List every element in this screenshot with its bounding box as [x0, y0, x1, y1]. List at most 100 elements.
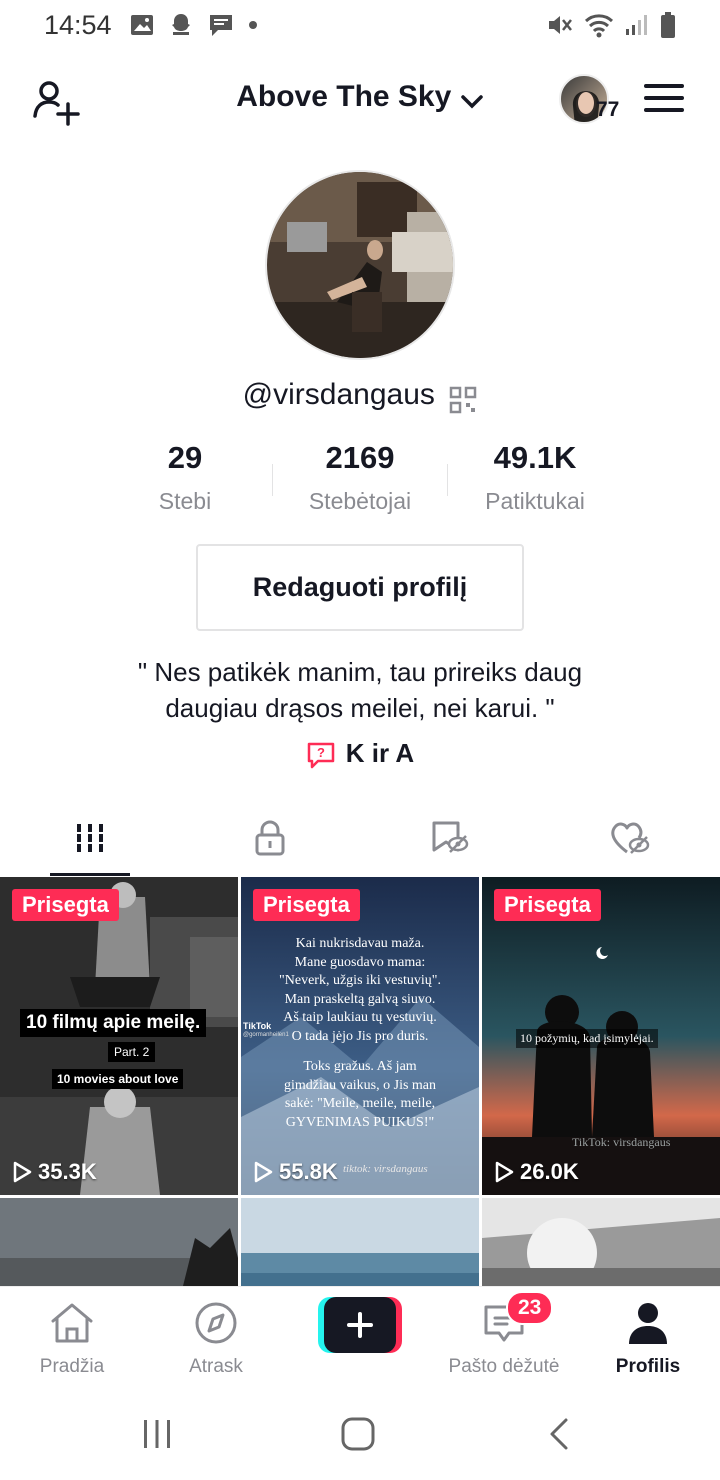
view-count: 55.8K — [253, 1159, 338, 1185]
play-icon — [254, 1161, 273, 1183]
poem-line: "Neverk, užgis iki vestuvių". — [279, 973, 441, 988]
view-count-value: 26.0K — [520, 1159, 579, 1184]
poem-line: sakė: "Meile, meile, meile, — [284, 1096, 436, 1111]
view-count-value: 55.8K — [279, 1159, 338, 1184]
thumbnail-image — [482, 1198, 720, 1287]
battery-icon — [661, 12, 675, 38]
video-subtitle: 10 movies about love — [52, 1069, 184, 1089]
account-title: Above The Sky — [236, 80, 452, 113]
back-icon[interactable] — [546, 1416, 572, 1452]
watermark: TikTok: virsdangaus — [572, 1135, 671, 1149]
view-count: 35.3K — [12, 1159, 97, 1185]
menu-icon[interactable] — [644, 82, 684, 114]
edit-profile-button[interactable]: Redaguoti profilį — [196, 544, 524, 631]
bio-line: daugiau drąsos meilei, nei karui. " — [165, 693, 555, 723]
plus-icon — [347, 1312, 373, 1338]
followers-count: 2169 — [325, 440, 395, 475]
status-bar: 14:54 — [0, 0, 720, 50]
nav-inbox-label: Pašto dėžutė — [448, 1356, 560, 1377]
qa-link[interactable]: ? K ir A — [0, 738, 720, 769]
tab-favorites[interactable] — [360, 800, 540, 876]
video-thumbnail[interactable] — [241, 1198, 479, 1287]
stat-divider — [447, 464, 448, 496]
likes-stat[interactable]: 49.1K Patiktukai — [450, 440, 620, 515]
nav-profile[interactable]: Profilis — [576, 1301, 720, 1378]
nav-discover[interactable]: Atrask — [144, 1301, 288, 1378]
username: @virsdangaus — [242, 378, 435, 411]
video-thumbnail[interactable]: 10 požymių, kad įsimylėjai. TikTok: virs… — [482, 877, 720, 1195]
video-thumbnail[interactable]: Kai nukrisdavau maža. Mane guosdavo mama… — [241, 877, 479, 1195]
following-stat[interactable]: 29 Stebi — [100, 440, 270, 515]
home-button-icon[interactable] — [340, 1416, 376, 1452]
thumbnail-image — [0, 1198, 238, 1287]
view-count: 26.0K — [494, 1159, 579, 1185]
video-thumbnail[interactable] — [482, 1198, 720, 1287]
poem-line: Man praskeltą galvą siuvo. — [284, 991, 436, 1007]
poem-line: Kai nukrisdavau maža. — [295, 936, 425, 951]
videos-grid-icon — [77, 824, 103, 852]
story-count: 77 — [596, 98, 620, 121]
heart-hidden-icon — [611, 822, 650, 854]
video-thumbnail[interactable] — [0, 1198, 238, 1287]
profile-header: Above The Sky 77 — [0, 62, 720, 140]
likes-count: 49.1K — [493, 440, 577, 475]
svg-text:?: ? — [317, 745, 325, 760]
create-button[interactable] — [318, 1297, 402, 1353]
thumbnail-image — [241, 1198, 479, 1287]
image-icon — [130, 15, 153, 35]
clock: 14:54 — [44, 9, 112, 40]
tab-private[interactable] — [180, 800, 360, 876]
video-part: Part. 2 — [108, 1042, 156, 1062]
signal-icon — [626, 15, 647, 35]
nav-home-label: Pradžia — [39, 1356, 105, 1377]
following-count: 29 — [167, 440, 203, 475]
profile-avatar[interactable] — [265, 170, 455, 360]
nav-home[interactable]: Pradžia — [0, 1301, 144, 1378]
play-icon — [495, 1161, 514, 1183]
bookmark-hidden-icon — [432, 821, 469, 853]
tab-liked[interactable] — [540, 800, 720, 876]
chevron-down-icon — [461, 95, 483, 109]
system-navigation — [0, 1396, 720, 1480]
inbox-badge: 23 — [506, 1291, 554, 1325]
followers-label: Stebėtojai — [308, 488, 412, 514]
video-caption: 10 požymių, kad įsimylėjai. — [516, 1029, 658, 1048]
pinned-badge: Prisegta — [494, 889, 601, 921]
username-row: @virsdangaus — [0, 378, 720, 414]
stat-divider — [272, 464, 273, 496]
following-label: Stebi — [158, 488, 212, 514]
followers-stat[interactable]: 2169 Stebėtojai — [275, 440, 445, 515]
nav-inbox[interactable]: Pašto dėžutė — [432, 1301, 576, 1378]
tiktok-handle: @gormanheilen1 — [243, 1032, 289, 1038]
message-icon — [209, 15, 232, 36]
view-count-value: 35.3K — [38, 1159, 97, 1184]
wifi-icon — [584, 14, 614, 38]
video-thumbnail[interactable]: Prisegta 10 filmų apie meilę. Part. 2 10… — [0, 877, 238, 1195]
bottom-navigation: Pradžia Atrask Pašto dėžutė 23 Profilis — [0, 1286, 720, 1396]
poem-line: Aš taip laukiau tų vestuvių. — [283, 1010, 437, 1025]
content-tabs — [0, 800, 720, 876]
recent-apps-icon[interactable] — [140, 1416, 174, 1452]
bio: " Nes patikėk manim, tau prireiks daug d… — [60, 654, 660, 726]
compass-icon — [195, 1302, 237, 1344]
lock-icon — [255, 820, 285, 856]
pinned-badge: Prisegta — [12, 889, 119, 921]
profile-icon — [629, 1303, 667, 1344]
snapchat-icon — [171, 14, 190, 35]
video-title: 10 filmų apie meilę. — [20, 1009, 207, 1037]
likes-label: Patiktukai — [485, 488, 585, 514]
nav-discover-label: Atrask — [189, 1356, 243, 1377]
video-grid: Prisegta 10 filmų apie meilę. Part. 2 10… — [0, 877, 720, 1287]
profile-stats: 29 Stebi 2169 Stebėtojai 49.1K Patiktuka… — [0, 440, 720, 520]
active-tab-indicator — [50, 873, 130, 876]
play-icon — [13, 1161, 32, 1183]
poem-line: Mane guosdavo mama: — [294, 954, 426, 970]
qr-code-icon[interactable] — [449, 386, 477, 414]
qa-link-label: K ir A — [345, 738, 415, 768]
nav-profile-label: Profilis — [615, 1356, 681, 1377]
poem-line: Toks gražus. Aš jam — [303, 1059, 417, 1074]
poem-line: GYVENIMAS PUIKUS!" — [285, 1114, 435, 1130]
tab-videos[interactable] — [0, 800, 180, 876]
pinned-badge: Prisegta — [253, 889, 360, 921]
home-icon — [51, 1303, 93, 1343]
